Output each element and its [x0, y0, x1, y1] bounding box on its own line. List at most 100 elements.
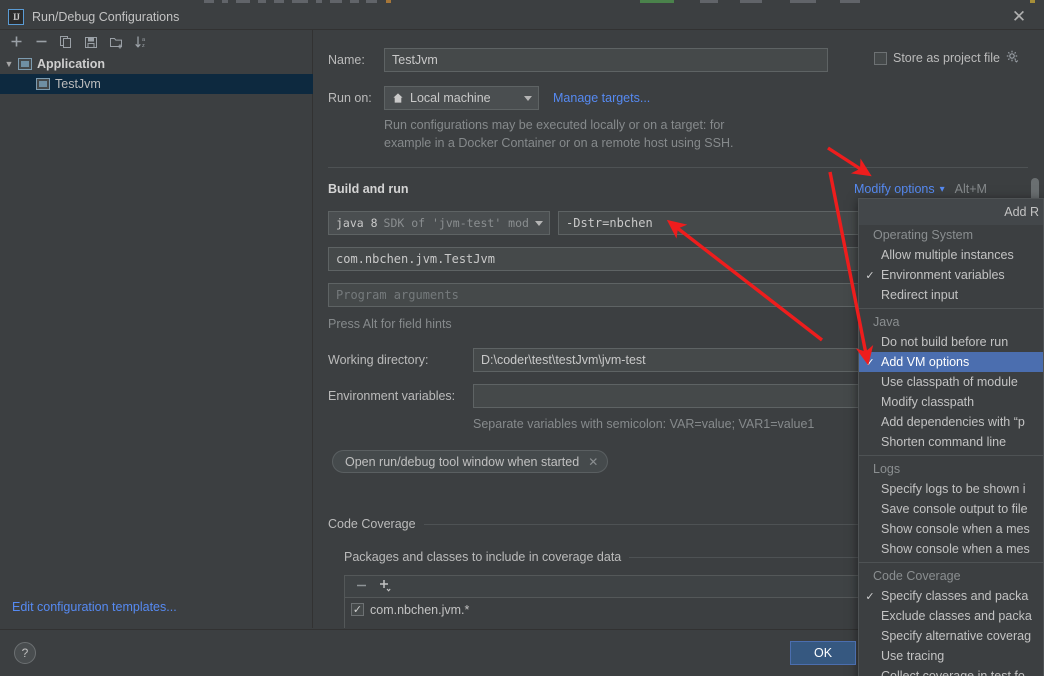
intellij-idea-icon: IJ: [8, 9, 24, 25]
remove-package-button[interactable]: [355, 579, 368, 595]
dialog-title: Run/Debug Configurations: [32, 10, 179, 24]
dropdown-item-collect-coverage-in-test-folders[interactable]: Collect coverage in test fo: [859, 666, 1043, 676]
remove-configuration-button[interactable]: [30, 32, 52, 52]
dropdown-item-modify-classpath[interactable]: Modify classpath: [859, 392, 1043, 412]
store-as-project-file-row[interactable]: Store as project file: [874, 50, 1019, 66]
chevron-down-icon[interactable]: [524, 96, 532, 101]
checkmark-icon: ✓: [859, 590, 881, 603]
edit-configuration-templates-link[interactable]: Edit configuration templates...: [12, 600, 177, 614]
checkmark-icon: ✓: [859, 356, 881, 369]
manage-targets-link[interactable]: Manage targets...: [553, 91, 650, 105]
close-icon[interactable]: ✕: [1008, 6, 1030, 28]
dropdown-item-label: Use classpath of module: [881, 375, 1018, 389]
add-configuration-button[interactable]: [5, 32, 27, 52]
ok-button[interactable]: OK: [790, 641, 856, 665]
jre-combo[interactable]: java 8 SDK of 'jvm-test' mod: [328, 211, 550, 235]
run-on-hint-line-2: example in a Docker Container or on a re…: [384, 134, 733, 152]
dropdown-item-add-vm-options[interactable]: ✓ Add VM options: [859, 352, 1043, 372]
run-on-target-combo[interactable]: Local machine: [384, 86, 539, 110]
dropdown-category-operating-system: Operating System: [859, 225, 1043, 245]
dropdown-item-use-classpath-of-module[interactable]: Use classpath of module: [859, 372, 1043, 392]
tree-group-application[interactable]: ▼ Application: [0, 54, 313, 74]
copy-icon[interactable]: [55, 32, 77, 52]
run-on-target-value: Local machine: [410, 91, 517, 105]
dropdown-item-save-console-output[interactable]: Save console output to file: [859, 499, 1043, 519]
store-as-project-file-checkbox[interactable]: [874, 52, 887, 65]
run-debug-configurations-dialog: IJ Run/Debug Configurations ✕: [0, 0, 1044, 676]
run-on-row: Run on: Local machine Manage targets...: [328, 86, 650, 110]
dropdown-item-label: Exclude classes and packa: [881, 609, 1032, 623]
dropdown-item-specify-alternative-coverage[interactable]: Specify alternative coverag: [859, 626, 1043, 646]
dropdown-item-label: Specify alternative coverag: [881, 629, 1031, 643]
add-package-button[interactable]: [378, 578, 393, 596]
working-directory-label: Working directory:: [328, 353, 473, 367]
save-icon[interactable]: [80, 32, 102, 52]
dropdown-item-label: Add dependencies with “p: [881, 415, 1025, 429]
coverage-include-title: Packages and classes to include in cover…: [344, 550, 621, 564]
application-icon: [18, 58, 32, 70]
dropdown-item-specify-classes-and-packages[interactable]: ✓ Specify classes and packa: [859, 586, 1043, 606]
dropdown-item-label: Environment variables: [881, 268, 1005, 282]
dropdown-item-label: Shorten command line: [881, 435, 1006, 449]
name-row: Name: TestJvm: [328, 48, 828, 72]
run-on-label: Run on:: [328, 91, 384, 105]
store-as-project-file-label: Store as project file: [893, 51, 1000, 65]
modify-options-shortcut: Alt+M: [955, 182, 987, 196]
dropdown-item-label: Redirect input: [881, 288, 958, 302]
open-tool-window-pill[interactable]: Open run/debug tool window when started …: [332, 450, 608, 473]
tree-item-testjvm[interactable]: TestJvm: [0, 74, 313, 94]
sort-alphabetically-icon[interactable]: a z: [130, 32, 152, 52]
name-input[interactable]: TestJvm: [384, 48, 828, 72]
configurations-toolbar: a z: [0, 30, 313, 53]
modify-options-row[interactable]: Modify options ▾ Alt+M: [854, 182, 987, 196]
modify-options-button[interactable]: Modify options: [854, 182, 935, 196]
dropdown-item-show-console-stderr[interactable]: Show console when a mes: [859, 539, 1043, 559]
chevron-down-icon[interactable]: ▼: [0, 59, 18, 69]
configurations-panel: a z ▼ Application TestJvm Edit configura…: [0, 30, 313, 628]
application-icon: [36, 78, 50, 90]
dropdown-item-label: Do not build before run: [881, 335, 1008, 349]
dropdown-category-java: Java: [859, 312, 1043, 332]
dropdown-item-exclude-classes-and-packages[interactable]: Exclude classes and packa: [859, 606, 1043, 626]
jre-suffix: SDK of 'jvm-test' mod: [384, 216, 528, 230]
jre-value: java 8: [336, 216, 378, 230]
dropdown-category-code-coverage: Code Coverage: [859, 566, 1043, 586]
dropdown-item-redirect-input[interactable]: Redirect input: [859, 285, 1043, 305]
coverage-entry-label: com.nbchen.jvm.*: [370, 603, 469, 617]
dropdown-item-use-tracing[interactable]: Use tracing: [859, 646, 1043, 666]
dropdown-item-allow-multiple-instances[interactable]: Allow multiple instances: [859, 245, 1043, 265]
dropdown-top-action[interactable]: Add R: [859, 199, 1043, 225]
coverage-entry-checkbox[interactable]: [351, 603, 364, 616]
modify-options-dropdown[interactable]: Add R Operating System Allow multiple in…: [858, 198, 1044, 676]
tree-group-label: Application: [37, 57, 105, 71]
dropdown-item-label: Allow multiple instances: [881, 248, 1014, 262]
dropdown-item-add-dependencies[interactable]: Add dependencies with “p: [859, 412, 1043, 432]
dropdown-item-do-not-build-before-run[interactable]: Do not build before run: [859, 332, 1043, 352]
dropdown-item-specify-logs[interactable]: Specify logs to be shown i: [859, 479, 1043, 499]
vm-options-input[interactable]: -Dstr=nbchen: [558, 211, 873, 235]
environment-variables-hint: Separate variables with semicolon: VAR=v…: [473, 417, 814, 431]
dropdown-item-label: Show console when a mes: [881, 522, 1030, 536]
dropdown-item-label: Save console output to file: [881, 502, 1028, 516]
chevron-down-icon[interactable]: ▾: [940, 184, 945, 195]
divider: [859, 308, 1043, 309]
field-hints-text: Press Alt for field hints: [328, 317, 452, 331]
configurations-tree[interactable]: ▼ Application TestJvm: [0, 54, 313, 94]
run-on-hint: Run configurations may be executed local…: [384, 116, 733, 152]
dropdown-item-label: Add VM options: [881, 355, 969, 369]
divider: [859, 562, 1043, 563]
checkmark-icon: ✓: [859, 269, 881, 282]
close-icon[interactable]: ✕: [588, 455, 598, 469]
new-folder-icon[interactable]: [105, 32, 127, 52]
svg-text:z: z: [142, 43, 145, 49]
dropdown-item-show-console-stdout[interactable]: Show console when a mes: [859, 519, 1043, 539]
chevron-down-icon[interactable]: [535, 221, 543, 226]
dropdown-item-label: Specify classes and packa: [881, 589, 1028, 603]
dropdown-item-label: Modify classpath: [881, 395, 974, 409]
dropdown-item-environment-variables[interactable]: ✓ Environment variables: [859, 265, 1043, 285]
name-label: Name:: [328, 53, 384, 67]
gear-icon[interactable]: [1006, 50, 1019, 66]
dropdown-item-shorten-command-line[interactable]: Shorten command line: [859, 432, 1043, 452]
tree-item-label: TestJvm: [55, 77, 101, 91]
help-button[interactable]: ?: [14, 642, 36, 664]
